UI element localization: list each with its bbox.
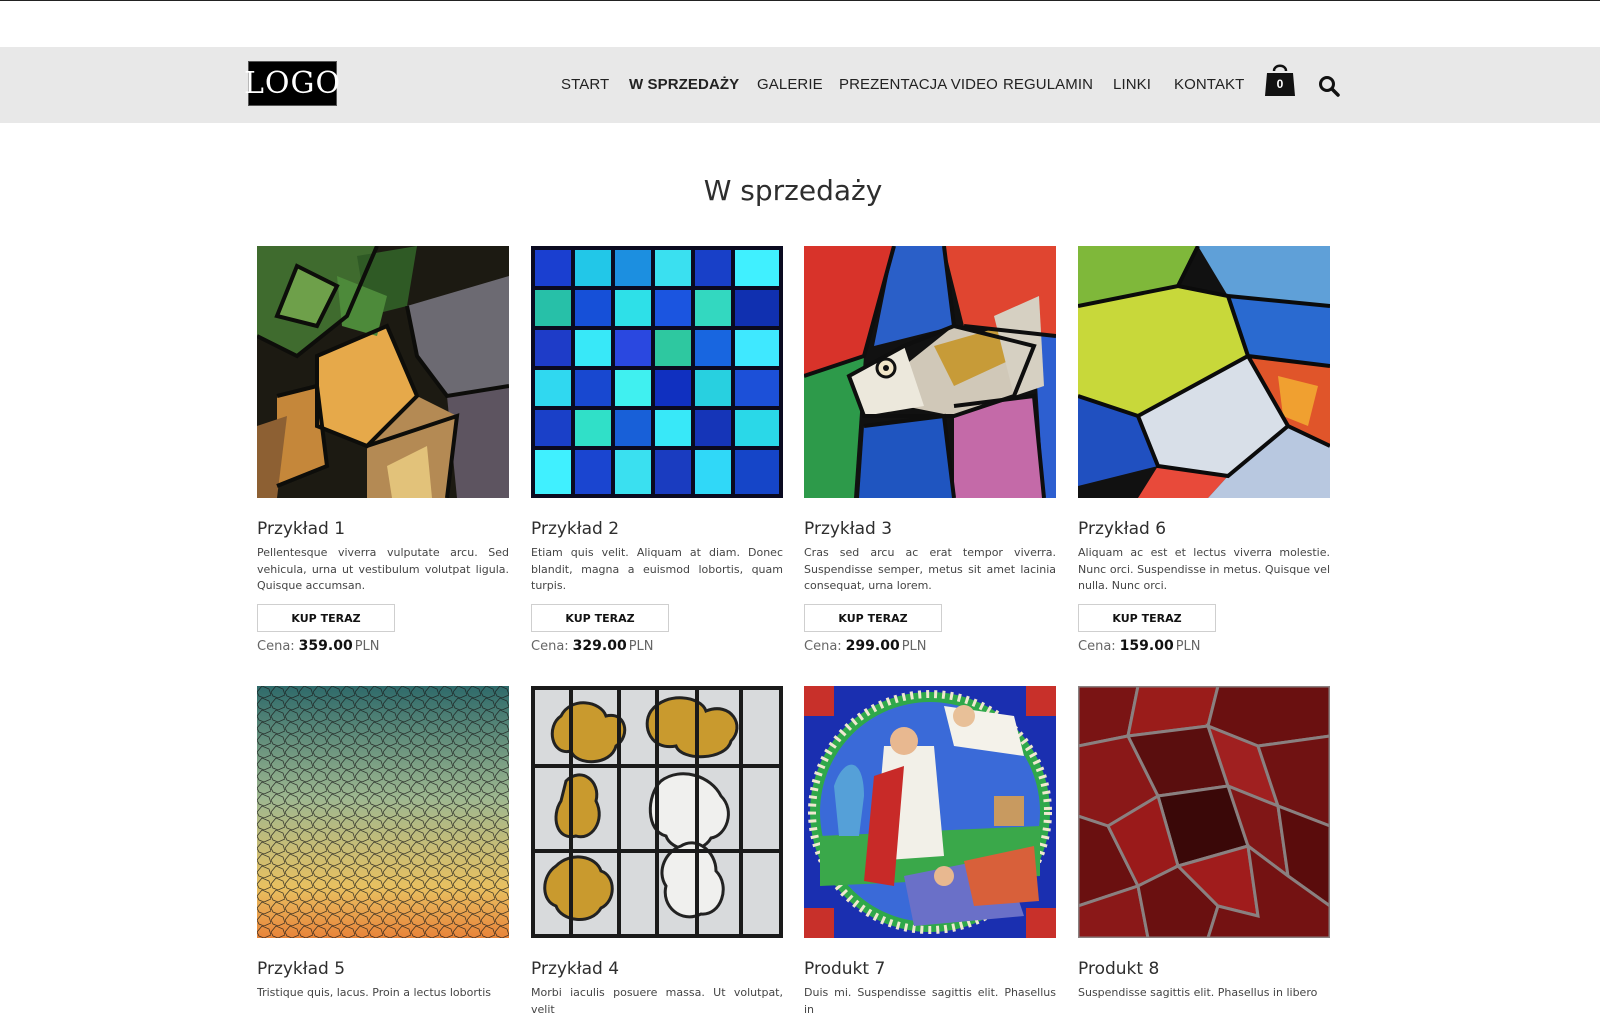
buy-now-button[interactable]: KUP TERAZ — [531, 604, 669, 632]
product-description: Aliquam ac est et lectus viverra molesti… — [1078, 546, 1330, 592]
product-image-stained-glass-abstract[interactable] — [1078, 246, 1330, 498]
nav-linki[interactable]: LINKI — [1113, 76, 1151, 93]
price-currency: PLN — [1175, 639, 1201, 654]
product-image-stained-glass-clouds[interactable] — [531, 686, 783, 938]
product-card: Przykład 4 Morbi iaculis posuere massa. … — [531, 686, 783, 1035]
nav-w-sprzedazy[interactable]: W SPRZEDAŻY — [629, 76, 739, 93]
price-label: Cena: — [531, 639, 569, 654]
product-price: Cena: 359.00 PLN — [257, 638, 509, 654]
product-description: Suspendisse sagittis elit. Phasellus in … — [1078, 986, 1318, 999]
product-image-crackle-glass-gradient[interactable] — [257, 686, 509, 938]
page-title: W sprzedaży — [703, 174, 883, 207]
product-card: Przykład 6 Aliquam ac est et lectus vive… — [1078, 246, 1330, 654]
price-currency: PLN — [354, 639, 380, 654]
buy-now-button[interactable]: KUP TERAZ — [1078, 604, 1216, 632]
product-description: Etiam quis velit. Aliquam at diam. Donec… — [531, 546, 783, 592]
buy-now-button[interactable]: KUP TERAZ — [804, 604, 942, 632]
price-amount: 159.00 — [1119, 638, 1174, 654]
product-name[interactable]: Produkt 7 — [804, 958, 1056, 980]
product-description: Duis mi. Suspendisse sagittis elit. Phas… — [804, 986, 1056, 1016]
price-amount: 329.00 — [572, 638, 627, 654]
product-description: Cras sed arcu ac erat tempor viverra. Su… — [804, 546, 1056, 592]
product-description: Morbi iaculis posuere massa. Ut volutpat… — [531, 986, 783, 1016]
product-price: Cena: 299.00 PLN — [804, 638, 1056, 654]
product-name[interactable]: Przykład 1 — [257, 518, 509, 540]
product-name[interactable]: Przykład 5 — [257, 958, 509, 980]
product-image-stained-glass-fish[interactable] — [804, 246, 1056, 498]
product-name[interactable]: Przykład 3 — [804, 518, 1056, 540]
product-card: Produkt 7 Duis mi. Suspendisse sagittis … — [804, 686, 1056, 1035]
price-label: Cena: — [1078, 639, 1116, 654]
price-amount: 299.00 — [845, 638, 900, 654]
buy-now-button[interactable]: KUP TERAZ — [257, 604, 395, 632]
nav-regulamin[interactable]: REGULAMIN — [1003, 76, 1093, 93]
nav-prezentacja-video[interactable]: PREZENTACJA VIDEO — [839, 76, 998, 93]
product-name[interactable]: Przykład 2 — [531, 518, 783, 540]
site-header: LOGO START W SPRZEDAŻY GALERIE PREZENTAC… — [0, 47, 1600, 123]
product-image-stained-glass-blue-grid[interactable] — [531, 246, 783, 498]
product-description: Tristique quis, lacus. Proin a lectus lo… — [257, 986, 491, 999]
product-price: Cena: 159.00 PLN — [1078, 638, 1330, 654]
product-image-stained-glass-red-cells[interactable] — [1078, 686, 1330, 938]
product-card: Przykład 2 Etiam quis velit. Aliquam at … — [531, 246, 783, 654]
nav-start[interactable]: START — [561, 76, 609, 93]
product-name[interactable]: Przykład 4 — [531, 958, 783, 980]
search-icon[interactable] — [1318, 75, 1340, 97]
cart-count: 0 — [1276, 77, 1284, 91]
product-name[interactable]: Przykład 6 — [1078, 518, 1330, 540]
product-card: Produkt 8 Suspendisse sagittis elit. Pha… — [1078, 686, 1330, 1035]
product-name[interactable]: Produkt 8 — [1078, 958, 1330, 980]
cart-button[interactable]: 0 — [1265, 61, 1295, 97]
product-description: Pellentesque viverra vulputate arcu. Sed… — [257, 546, 509, 592]
product-card: Przykład 3 Cras sed arcu ac erat tempor … — [804, 246, 1056, 654]
price-currency: PLN — [628, 639, 654, 654]
logo[interactable]: LOGO — [244, 61, 340, 106]
price-label: Cena: — [257, 639, 295, 654]
product-card: Przykład 5 Tristique quis, lacus. Proin … — [257, 686, 509, 1035]
nav-kontakt[interactable]: KONTAKT — [1174, 76, 1244, 93]
product-price: Cena: 329.00 PLN — [531, 638, 783, 654]
price-currency: PLN — [901, 639, 927, 654]
product-image-stained-glass-leaves[interactable] — [257, 246, 509, 498]
product-card: Przykład 1 Pellentesque viverra vulputat… — [257, 246, 509, 654]
price-label: Cena: — [804, 639, 842, 654]
price-amount: 359.00 — [298, 638, 353, 654]
nav-galerie[interactable]: GALERIE — [757, 76, 823, 93]
top-border — [0, 0, 1600, 1]
product-image-stained-glass-religious-scene[interactable] — [804, 686, 1056, 938]
